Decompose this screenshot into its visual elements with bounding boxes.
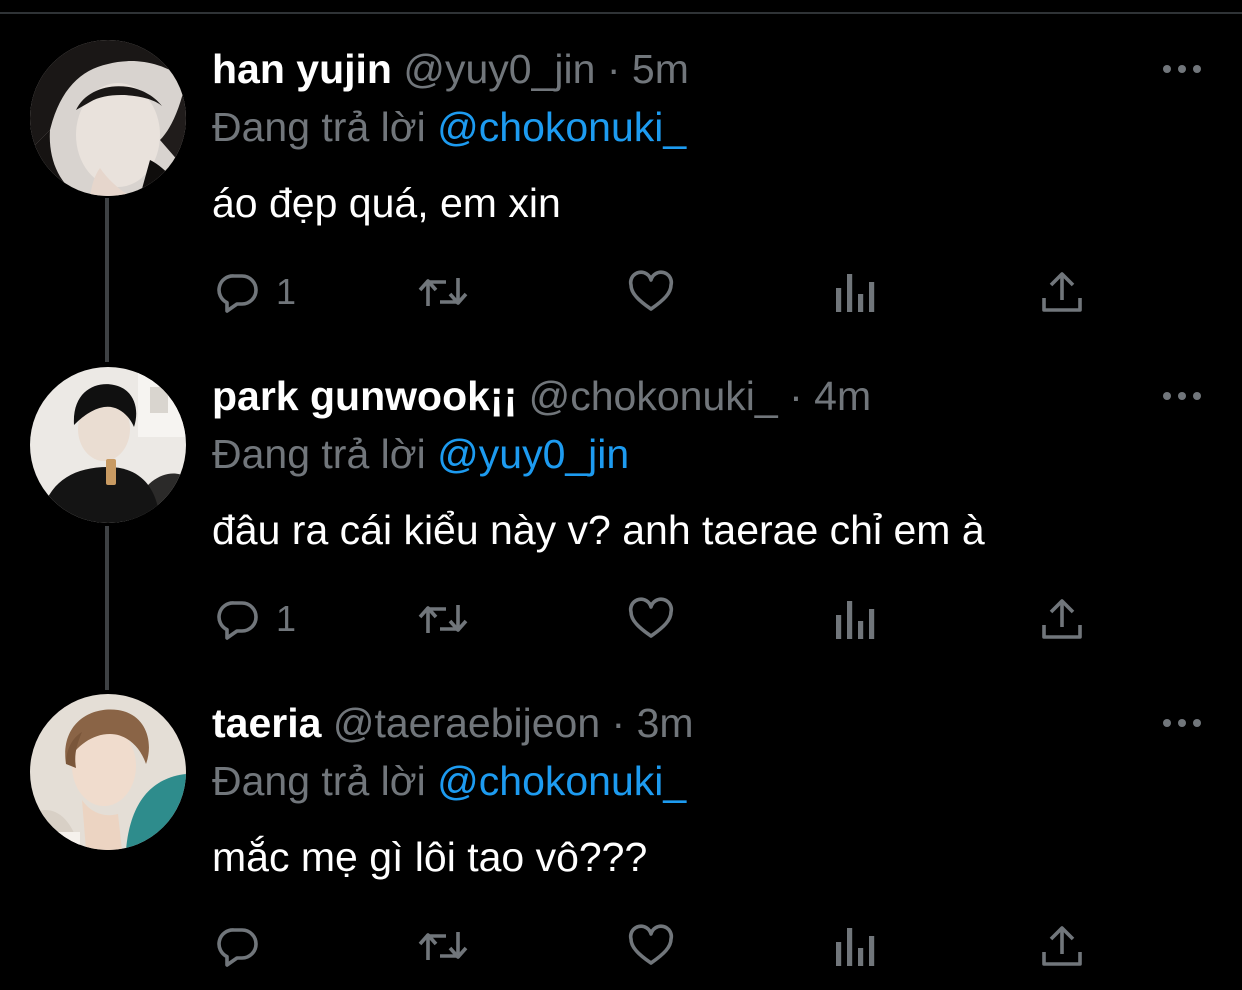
display-name[interactable]: park gunwook¡¡ [212, 373, 517, 419]
separator-dot: · [789, 373, 803, 419]
tweet-text: áo đẹp quá, em xin [212, 180, 561, 226]
tweet-header: taeria @taeraebijeon · 3m [212, 698, 694, 748]
share-button[interactable] [1040, 262, 1084, 322]
share-icon [1042, 272, 1082, 312]
tweet-text: mắc mẹ gì lôi tao vô??? [212, 834, 648, 880]
top-divider [0, 12, 1242, 14]
more-icon [1163, 65, 1201, 73]
like-button[interactable] [626, 589, 676, 649]
share-button[interactable] [1040, 589, 1084, 649]
reply-to-handle[interactable]: @yuy0_jin [437, 431, 629, 477]
like-icon [628, 270, 674, 311]
like-icon [628, 924, 674, 965]
analytics-button[interactable] [834, 589, 878, 649]
reply-to-handle[interactable]: @chokonuki_ [437, 758, 686, 804]
avatar[interactable] [30, 367, 186, 523]
reply-prefix: Đang trả lời [212, 758, 426, 804]
more-icon [1163, 719, 1201, 727]
analytics-button[interactable] [834, 916, 878, 976]
share-button[interactable] [1040, 916, 1084, 976]
more-icon [1163, 392, 1201, 400]
reply-prefix: Đang trả lời [212, 104, 426, 150]
tweet-text: đâu ra cái kiểu này v? anh taerae chỉ em… [212, 507, 985, 553]
user-handle[interactable]: @taeraebijeon [333, 700, 600, 746]
retweet-button[interactable] [414, 589, 472, 649]
analytics-icon [836, 601, 875, 639]
separator-dot: · [611, 700, 626, 746]
reply-to-handle[interactable]: @chokonuki_ [437, 104, 686, 150]
reply-count: 1 [276, 598, 297, 639]
like-icon [628, 597, 674, 638]
tweet-header: park gunwook¡¡ @chokonuki_ · 4m [212, 371, 871, 421]
reply-prefix: Đang trả lời [212, 431, 426, 477]
reply-count: 1 [276, 271, 297, 312]
reply-button[interactable]: 1 [214, 262, 296, 322]
user-handle[interactable]: @yuy0_jin [403, 46, 595, 92]
display-name[interactable]: taeria [212, 700, 321, 746]
retweet-icon [418, 605, 468, 633]
reply-context: Đang trả lời @yuy0_jin [212, 429, 629, 479]
retweet-icon [418, 932, 468, 960]
more-options-button[interactable] [1154, 381, 1210, 411]
timestamp[interactable]: 3m [637, 700, 694, 746]
like-button[interactable] [626, 262, 676, 322]
action-bar: 1 [0, 262, 1242, 322]
more-options-button[interactable] [1154, 708, 1210, 738]
action-bar [0, 916, 1242, 976]
separator-dot: · [606, 46, 621, 92]
retweet-button[interactable] [414, 262, 472, 322]
analytics-icon [836, 274, 875, 312]
more-options-button[interactable] [1154, 54, 1210, 84]
reply-button[interactable] [214, 916, 276, 976]
retweet-icon [418, 278, 468, 306]
user-handle[interactable]: @chokonuki_ [529, 373, 778, 419]
reply-icon [217, 274, 258, 313]
action-bar: 1 [0, 589, 1242, 649]
avatar[interactable] [30, 40, 186, 196]
like-button[interactable] [626, 916, 676, 976]
share-icon [1042, 926, 1082, 966]
timestamp[interactable]: 4m [814, 373, 871, 419]
analytics-button[interactable] [834, 262, 878, 322]
retweet-button[interactable] [414, 916, 472, 976]
avatar[interactable] [30, 694, 186, 850]
reply-icon [217, 601, 258, 640]
share-icon [1042, 599, 1082, 639]
reply-context: Đang trả lời @chokonuki_ [212, 756, 686, 806]
display-name[interactable]: han yujin [212, 46, 392, 92]
analytics-icon [836, 928, 875, 966]
tweet-header: han yujin @yuy0_jin · 5m [212, 44, 689, 94]
reply-button[interactable]: 1 [214, 589, 296, 649]
reply-context: Đang trả lời @chokonuki_ [212, 102, 686, 152]
reply-icon [217, 928, 258, 967]
timestamp[interactable]: 5m [632, 46, 689, 92]
